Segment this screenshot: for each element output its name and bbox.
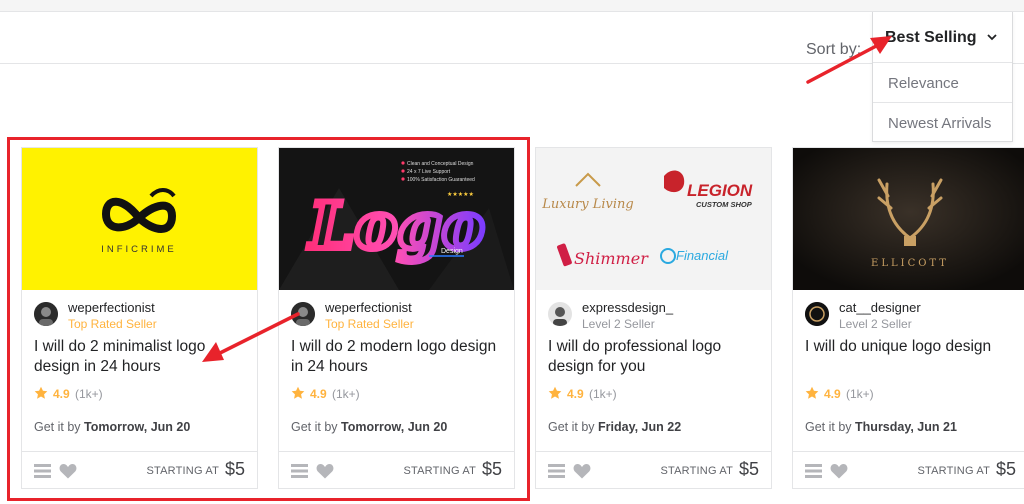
seller-level: Top Rated Seller xyxy=(325,317,414,331)
sort-selected-value[interactable]: Best Selling xyxy=(885,29,977,47)
svg-text:Clean and Conceptual Design: Clean and Conceptual Design xyxy=(407,161,474,167)
list-icon[interactable] xyxy=(548,464,565,478)
seller-name[interactable]: weperfectionist xyxy=(325,300,412,315)
card-footer: STARTING AT $5 xyxy=(536,451,771,489)
card-footer: STARTING AT $5 xyxy=(279,451,514,489)
seller-name[interactable]: weperfectionist xyxy=(68,300,155,315)
svg-text:Design: Design xyxy=(441,248,463,255)
sort-dropdown[interactable]: Best Selling Relevance Newest Arrivals xyxy=(872,12,1013,142)
delivery-date: Friday, Jun 22 xyxy=(598,420,682,434)
seller-info: weperfectionist Top Rated Seller xyxy=(34,300,254,332)
delivery-prefix: Get it by xyxy=(34,420,81,434)
svg-text:Shimmer: Shimmer xyxy=(574,249,649,268)
star-icon xyxy=(548,386,562,399)
rating-value: 4.9 xyxy=(567,387,584,401)
star-icon xyxy=(805,386,819,399)
heart-icon[interactable] xyxy=(830,463,848,479)
logo-collection-artwork: Luxury Living LEGION CUSTOM SHOP Shimmer… xyxy=(541,170,753,268)
gig-image[interactable]: INFICRIME xyxy=(22,148,257,290)
starting-at-label: STARTING AT xyxy=(917,465,990,477)
gig-image[interactable]: Clean and Conceptual Design 24 x 7 Live … xyxy=(279,148,514,290)
delivery-info: Get it by Tomorrow, Jun 20 xyxy=(34,420,190,434)
delivery-info: Get it by Thursday, Jun 21 xyxy=(805,420,957,434)
seller-info: weperfectionist Top Rated Seller xyxy=(291,300,511,332)
svg-text:Financial: Financial xyxy=(676,248,729,263)
sort-bar: Sort by: xyxy=(0,12,1024,64)
heart-icon[interactable] xyxy=(59,463,77,479)
delivery-prefix: Get it by xyxy=(548,420,595,434)
sort-label: Sort by: xyxy=(806,41,862,58)
list-icon[interactable] xyxy=(291,464,308,478)
logo-design-artwork: Clean and Conceptual Design 24 x 7 Live … xyxy=(279,161,514,290)
seller-info: cat__designer Level 2 Seller xyxy=(805,300,1024,332)
list-icon[interactable] xyxy=(34,464,51,478)
rating-count: (1k+) xyxy=(332,387,360,401)
card-footer: STARTING AT $5 xyxy=(793,451,1024,489)
gig-card[interactable]: ELLICOTT cat__designer Level 2 Seller I … xyxy=(792,147,1024,489)
rating-count: (1k+) xyxy=(75,387,103,401)
seller-name[interactable]: cat__designer xyxy=(839,300,921,315)
heart-icon[interactable] xyxy=(316,463,334,479)
gig-title[interactable]: I will do 2 modern logo design in 24 hou… xyxy=(291,337,501,377)
delivery-prefix: Get it by xyxy=(805,420,852,434)
svg-text:CUSTOM SHOP: CUSTOM SHOP xyxy=(696,200,753,209)
gig-card[interactable]: INFICRIME weperfectionist Top Rated Sell… xyxy=(21,147,258,489)
gig-title[interactable]: I will do 2 minimalist logo design in 24… xyxy=(34,337,244,377)
gig-card[interactable]: Clean and Conceptual Design 24 x 7 Live … xyxy=(278,147,515,489)
svg-text:LEGION: LEGION xyxy=(687,181,753,200)
svg-text:INFICRIME: INFICRIME xyxy=(101,244,177,255)
star-icon xyxy=(291,386,305,399)
avatar[interactable] xyxy=(291,302,315,326)
starting-at-label: STARTING AT xyxy=(146,465,219,477)
card-footer: STARTING AT $5 xyxy=(22,451,257,489)
price: $5 xyxy=(224,459,245,479)
list-icon[interactable] xyxy=(805,464,822,478)
delivery-date: Thursday, Jun 21 xyxy=(855,420,957,434)
seller-level: Level 2 Seller xyxy=(839,317,912,331)
delivery-prefix: Get it by xyxy=(291,420,338,434)
svg-text:24 x 7 Live Support: 24 x 7 Live Support xyxy=(407,169,451,175)
seller-info: expressdesign_ Level 2 Seller xyxy=(548,300,768,332)
delivery-date: Tomorrow, Jun 20 xyxy=(341,420,448,434)
seller-level: Level 2 Seller xyxy=(582,317,655,331)
avatar[interactable] xyxy=(548,302,572,326)
star-icon xyxy=(34,386,48,399)
antler-logo-icon: ELLICOTT xyxy=(793,148,1024,290)
price: $5 xyxy=(995,459,1016,479)
seller-level: Top Rated Seller xyxy=(68,317,157,331)
gig-image[interactable]: Luxury Living LEGION CUSTOM SHOP Shimmer… xyxy=(536,148,771,290)
gig-image[interactable]: ELLICOTT xyxy=(793,148,1024,290)
delivery-info: Get it by Friday, Jun 22 xyxy=(548,420,681,434)
gig-title[interactable]: I will do professional logo design for y… xyxy=(548,337,758,377)
starting-at-label: STARTING AT xyxy=(403,465,476,477)
rating-count: (1k+) xyxy=(846,387,874,401)
price: $5 xyxy=(738,459,759,479)
gig-card[interactable]: Luxury Living LEGION CUSTOM SHOP Shimmer… xyxy=(535,147,772,489)
rating-value: 4.9 xyxy=(53,387,70,401)
svg-text:ELLICOTT: ELLICOTT xyxy=(871,258,949,269)
price: $5 xyxy=(481,459,502,479)
starting-at-label: STARTING AT xyxy=(660,465,733,477)
svg-text:Luxury Living: Luxury Living xyxy=(541,197,633,212)
rating-count: (1k+) xyxy=(589,387,617,401)
top-strip xyxy=(0,0,1024,12)
seller-name[interactable]: expressdesign_ xyxy=(582,300,673,315)
sort-option-newest[interactable]: Newest Arrivals xyxy=(873,102,1012,142)
rating-value: 4.9 xyxy=(824,387,841,401)
delivery-date: Tomorrow, Jun 20 xyxy=(84,420,191,434)
chevron-down-icon[interactable] xyxy=(985,30,999,44)
heart-icon[interactable] xyxy=(573,463,591,479)
svg-text:100% Satisfaction Guaranteed: 100% Satisfaction Guaranteed xyxy=(407,177,475,183)
sort-option-relevance[interactable]: Relevance xyxy=(873,62,1012,102)
delivery-info: Get it by Tomorrow, Jun 20 xyxy=(291,420,447,434)
gig-title[interactable]: I will do unique logo design xyxy=(805,337,1015,357)
avatar[interactable] xyxy=(805,302,829,326)
infinity-logo-icon: INFICRIME xyxy=(101,188,177,255)
rating-value: 4.9 xyxy=(310,387,327,401)
avatar[interactable] xyxy=(34,302,58,326)
